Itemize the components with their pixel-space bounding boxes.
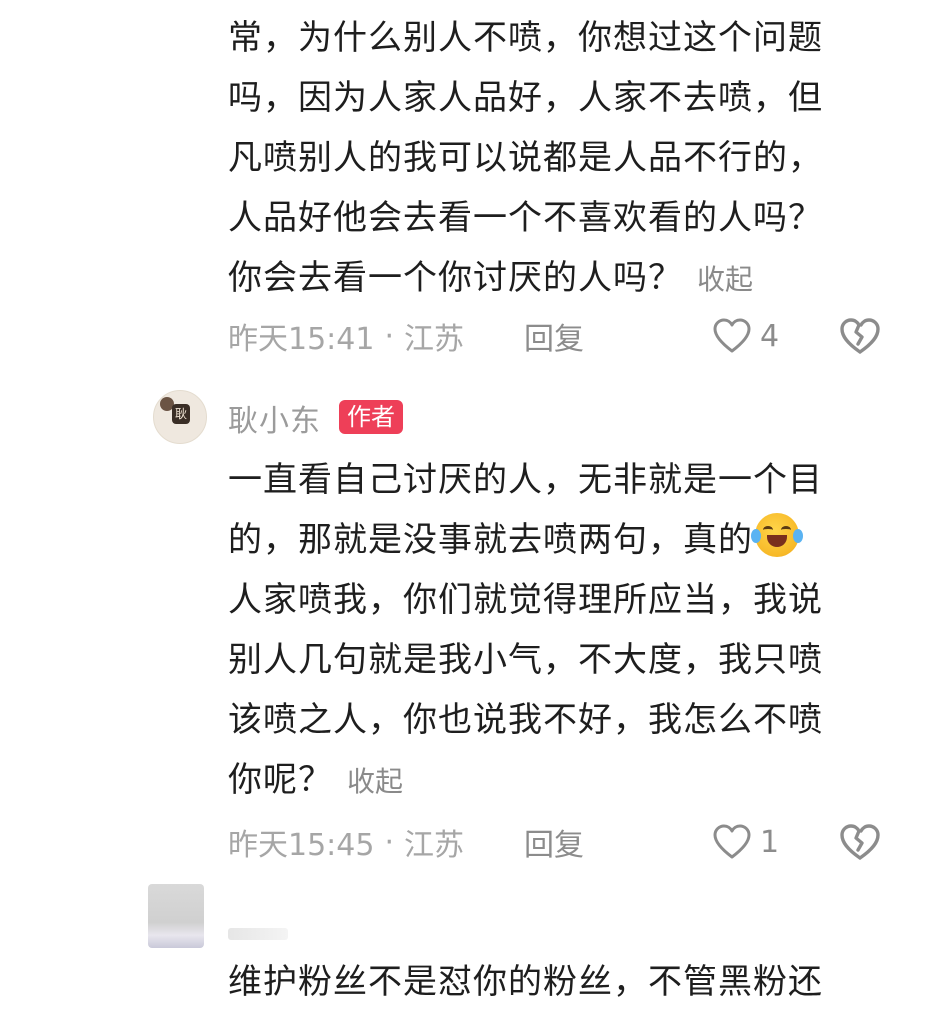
reply-button[interactable]: 回复 — [524, 820, 584, 864]
broken-heart-icon — [840, 318, 880, 354]
comment-1-line: 常，为什么别人不喷，你想过这个问题 — [228, 18, 823, 58]
like-button[interactable]: 4 — [712, 314, 779, 358]
comment-3-text: 维护粉丝不是怼你的粉丝，不管黑粉还 — [228, 952, 908, 1012]
separator-dot: · — [384, 824, 395, 860]
author-badge: 作者 — [339, 400, 403, 434]
comment-location: 江苏 — [404, 322, 465, 357]
comment-2-last-line: 你呢？ — [228, 760, 333, 800]
comment-1-line: 人品好他会去看一个不喜欢看的人吗？ — [228, 198, 823, 238]
comment-2-meta: 昨天15:45 · 江苏 回复 1 — [228, 820, 888, 864]
collapse-button[interactable]: 收起 — [697, 263, 753, 296]
tear-right — [793, 529, 803, 543]
collapse-button[interactable]: 收起 — [347, 765, 403, 798]
comment-1-line: 吗，因为人家人品好，人家不去喷，但 — [228, 78, 823, 118]
tear-left — [751, 529, 761, 543]
comment-2-line-text: 的，那就是没事就去喷两句，真的 — [228, 520, 753, 560]
like-count: 1 — [760, 824, 780, 860]
comment-2-line: 的，那就是没事就去喷两句，真的 — [228, 510, 908, 570]
separator-dot: · — [384, 318, 395, 354]
obscured-avatar[interactable] — [148, 884, 204, 948]
comment-2-line: 人家喷我，你们就觉得理所应当，我说 — [228, 580, 823, 620]
obscured-username — [228, 928, 288, 940]
emoji-mouth — [767, 535, 787, 547]
comment-3-line: 维护粉丝不是怼你的粉丝，不管黑粉还 — [228, 962, 823, 1002]
comment-2-line: 你呢？ 收起 — [228, 750, 908, 812]
comment-1-text: 常，为什么别人不喷，你想过这个问题 吗，因为人家人品好，人家不去喷，但 凡喷别人… — [228, 8, 908, 310]
laughing-crying-emoji-icon — [751, 513, 803, 557]
avatar-badge: 耿 — [172, 404, 190, 424]
comment-1-last-line: 你会去看一个你讨厌的人吗？ — [228, 258, 683, 298]
dislike-button[interactable] — [838, 822, 882, 870]
comment-2-line: 别人几句就是我小气，不大度，我只喷 — [228, 640, 823, 680]
dislike-button[interactable] — [838, 316, 882, 364]
comment-time: 昨天15:45 — [228, 828, 375, 863]
heart-icon — [713, 318, 751, 353]
heart-icon — [713, 824, 751, 859]
comment-1-line: 你会去看一个你讨厌的人吗？ 收起 — [228, 248, 908, 310]
comment-2-line: 一直看自己讨厌的人，无非就是一个目 — [228, 460, 823, 500]
like-button[interactable]: 1 — [712, 820, 779, 864]
comment-1-line: 凡喷别人的我可以说都是人品不行的， — [228, 138, 823, 178]
comment-location: 江苏 — [404, 828, 465, 863]
like-count: 4 — [760, 318, 780, 354]
comment-1-meta: 昨天15:41 · 江苏 回复 4 — [228, 314, 888, 358]
reply-button[interactable]: 回复 — [524, 314, 584, 358]
avatar[interactable]: 耿 — [153, 390, 207, 444]
broken-heart-icon — [840, 824, 880, 860]
username[interactable]: 耿小东 — [228, 396, 321, 440]
comment-time: 昨天15:41 — [228, 322, 375, 357]
comment-2-line: 该喷之人，你也说我不好，我怎么不喷 — [228, 700, 823, 740]
comment-2-text: 一直看自己讨厌的人，无非就是一个目 的，那就是没事就去喷两句，真的 人家喷我，你… — [228, 450, 908, 812]
